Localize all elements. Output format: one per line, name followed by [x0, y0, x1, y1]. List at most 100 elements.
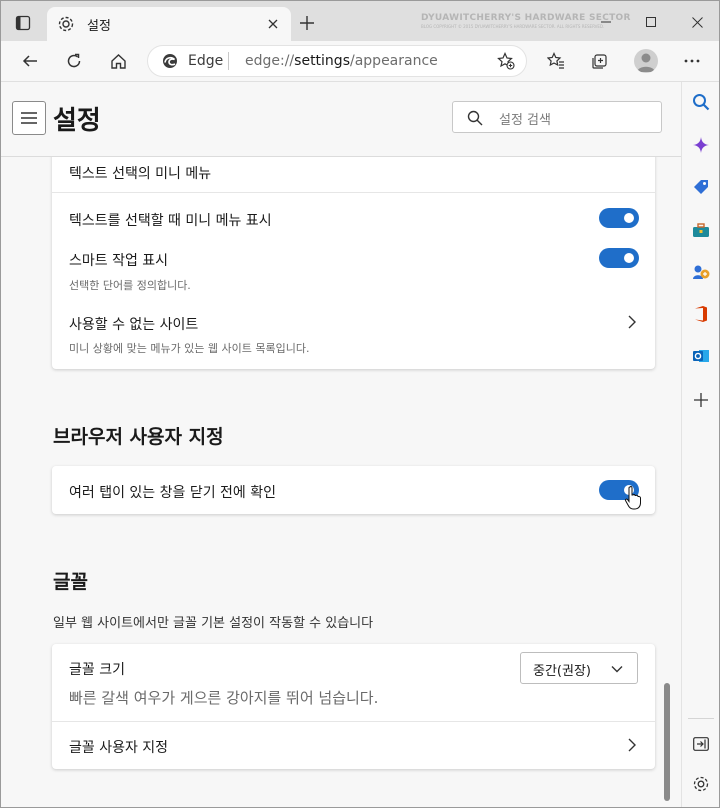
home-button[interactable]: [106, 49, 130, 73]
chevron-down-icon: [611, 666, 623, 673]
blocked-sites-label: 사용할 수 없는 사이트: [69, 317, 199, 333]
browser-window: 설정 DYUAWITCHERRY'S HARDWARE SECTOR BLOG …: [0, 0, 720, 808]
plus-icon: [694, 393, 708, 407]
new-tab-button[interactable]: [297, 13, 317, 33]
ellipsis-icon: [684, 59, 700, 63]
star-add-icon: [497, 52, 515, 70]
url-prefix: edge://: [245, 53, 295, 69]
sidebar-games-button[interactable]: [689, 260, 713, 284]
edge-label: Edge: [188, 53, 224, 69]
show-mini-menu-toggle[interactable]: [599, 208, 639, 228]
tab-settings[interactable]: 설정: [47, 7, 291, 41]
search-placeholder: 설정 검색: [499, 113, 551, 128]
sidebar-shopping-button[interactable]: [689, 175, 713, 199]
hand-cursor-icon: [624, 485, 641, 510]
search-icon: [467, 110, 483, 126]
tab-close-button[interactable]: [263, 14, 283, 34]
font-description: 일부 웹 사이트에서만 글꼴 기본 설정이 작동할 수 있습니다: [53, 616, 374, 631]
smart-actions-description: 선택한 단어를 정의합니다.: [69, 279, 191, 292]
customize-fonts-row[interactable]: 글꼴 사용자 지정: [52, 722, 655, 769]
chevron-right-icon: [628, 738, 636, 752]
title-bar: 설정 DYUAWITCHERRY'S HARDWARE SECTOR BLOG …: [1, 1, 719, 41]
edge-sidebar: [681, 82, 719, 807]
hamburger-icon: [21, 112, 37, 124]
smart-actions-label: 스마트 작업 표시: [69, 253, 169, 269]
sidebar-divider: [688, 718, 714, 719]
address-bar[interactable]: Edge edge://settings/appearance: [147, 45, 527, 77]
refresh-button[interactable]: [62, 49, 86, 73]
address-separator: [228, 52, 229, 70]
divider: [52, 192, 655, 193]
sidebar-copilot-button[interactable]: [689, 133, 713, 157]
sidebar-search-button[interactable]: [689, 90, 713, 114]
gear-icon: [58, 16, 74, 32]
sidebar-office-button[interactable]: [689, 302, 713, 326]
maximize-icon: [646, 17, 656, 27]
browser-customize-heading: 브라우저 사용자 지정: [53, 426, 224, 448]
favorites-button[interactable]: [544, 49, 568, 73]
close-window-button[interactable]: [686, 11, 708, 33]
blocked-sites-description: 미니 상황에 맞는 메뉴가 있는 웹 사이트 목록입니다.: [69, 342, 310, 355]
mini-menu-heading: 텍스트 선택의 미니 메뉴: [69, 166, 212, 182]
address-url: edge://settings/appearance: [245, 53, 438, 69]
url-host: settings: [294, 53, 350, 69]
edge-logo-icon: [163, 54, 177, 68]
menu-button[interactable]: [12, 101, 46, 135]
more-menu-button[interactable]: [680, 49, 704, 73]
add-favorite-button[interactable]: [496, 51, 516, 71]
favorites-icon: [547, 52, 564, 69]
font-preview-text: 빠른 갈색 여우가 게으른 강아지를 뛰어 넘습니다.: [69, 689, 379, 707]
outlook-icon: [693, 350, 709, 362]
hide-sidebar-icon: [693, 737, 709, 751]
refresh-icon: [67, 53, 81, 68]
confirm-close-label: 여러 탭이 있는 창을 닫기 전에 확인: [69, 485, 277, 501]
mini-menu-card: 텍스트 선택의 미니 메뉴 텍스트를 선택할 때 미니 메뉴 표시 스마트 작업…: [52, 157, 655, 369]
sparkle-icon: [693, 137, 709, 153]
tab-actions-button[interactable]: [11, 11, 35, 35]
settings-header: 설정 설정 검색: [1, 82, 681, 157]
office-icon: [695, 306, 707, 322]
gear-icon: [693, 776, 709, 792]
close-icon: [691, 16, 703, 28]
home-icon: [110, 53, 126, 69]
url-path: /appearance: [350, 53, 438, 69]
person-icon: [637, 53, 655, 72]
font-size-select[interactable]: 중간(권장): [520, 652, 638, 684]
chevron-right-icon: [628, 315, 636, 329]
profile-avatar[interactable]: [634, 49, 658, 73]
customize-fonts-label: 글꼴 사용자 지정: [69, 740, 169, 756]
smart-actions-toggle[interactable]: [599, 248, 639, 268]
sidebar-add-button[interactable]: [689, 388, 713, 412]
settings-search-input[interactable]: 설정 검색: [452, 101, 662, 133]
minimize-icon: [601, 21, 611, 23]
plus-icon: [300, 16, 314, 30]
font-card: 글꼴 크기 중간(권장) 빠른 갈색 여우가 게으른 강아지를 뛰어 넘습니다.…: [52, 644, 655, 769]
close-icon: [268, 19, 278, 29]
show-mini-menu-label: 텍스트를 선택할 때 미니 메뉴 표시: [69, 213, 272, 229]
settings-content: 텍스트 선택의 미니 메뉴 텍스트를 선택할 때 미니 메뉴 표시 스마트 작업…: [1, 157, 681, 807]
sidebar-outlook-button[interactable]: [689, 344, 713, 368]
sidebar-tools-button[interactable]: [689, 218, 713, 242]
blocked-sites-row[interactable]: 사용할 수 없는 사이트 미니 상황에 맞는 메뉴가 있는 웹 사이트 목록입니…: [52, 295, 655, 359]
tab-actions-icon: [15, 15, 31, 31]
toolbox-icon: [693, 223, 709, 237]
font-size-value: 중간(권장): [533, 664, 591, 679]
page-title: 설정: [53, 106, 101, 136]
search-icon: [693, 94, 710, 111]
minimize-button[interactable]: [595, 11, 617, 33]
navigation-bar: Edge edge://settings/appearance: [1, 41, 719, 82]
tag-icon: [694, 180, 708, 194]
scrollbar-thumb[interactable]: [664, 683, 670, 801]
collections-icon: [592, 54, 607, 69]
font-heading: 글꼴: [53, 571, 88, 593]
back-arrow-icon: [22, 55, 37, 67]
font-size-label: 글꼴 크기: [69, 662, 125, 678]
sidebar-hide-button[interactable]: [689, 732, 713, 756]
games-icon: [693, 265, 710, 279]
sidebar-settings-button[interactable]: [689, 772, 713, 796]
browser-customize-card: 여러 탭이 있는 창을 닫기 전에 확인: [52, 466, 655, 514]
tab-title: 설정: [87, 19, 111, 34]
maximize-button[interactable]: [640, 11, 662, 33]
back-button[interactable]: [18, 49, 42, 73]
collections-button[interactable]: [588, 49, 612, 73]
